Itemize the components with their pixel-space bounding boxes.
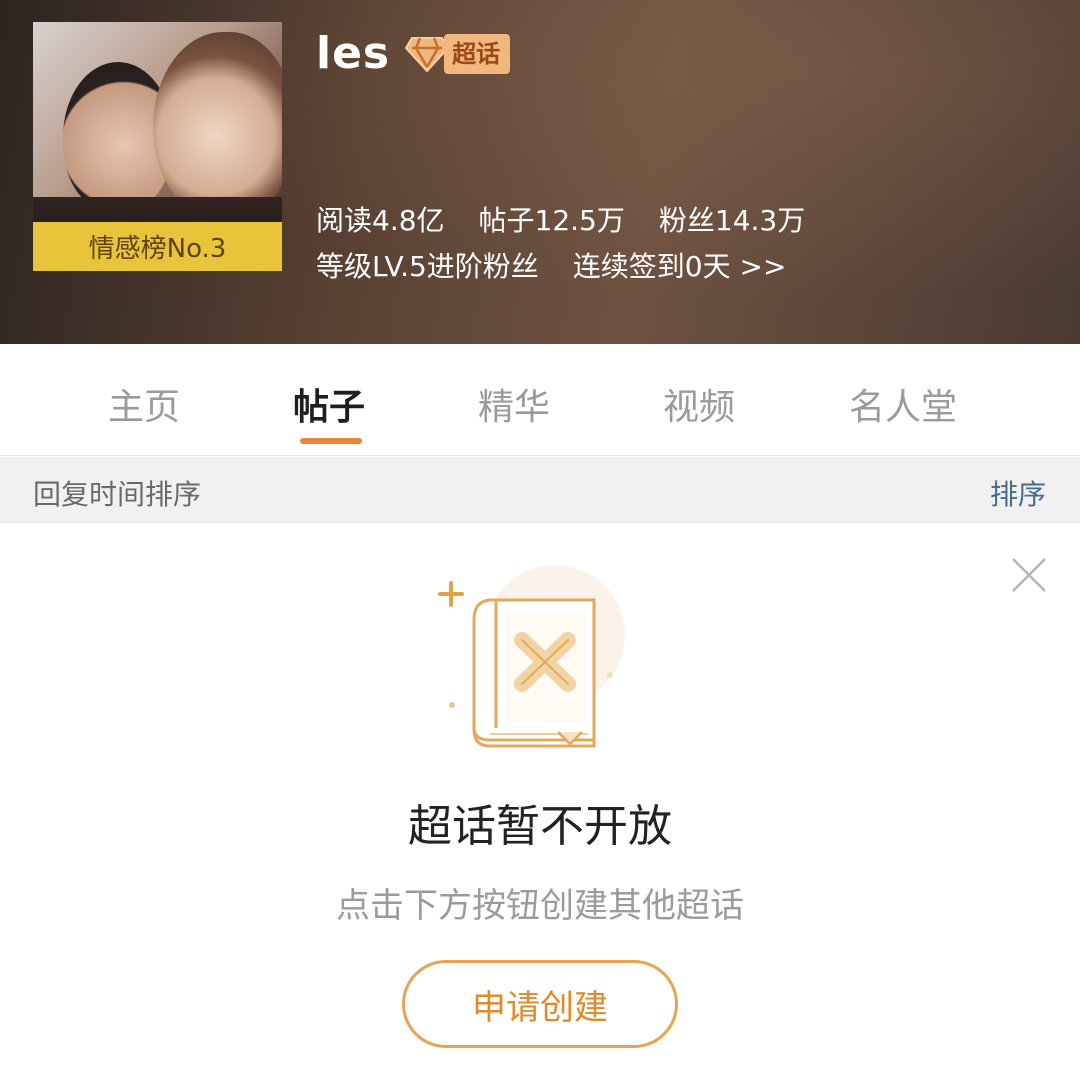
post-count: 帖子12.5万 bbox=[478, 204, 625, 237]
fan-level: 等级LV.5进阶粉丝 bbox=[316, 250, 539, 283]
stats-row: 阅读4.8亿 帖子12.5万 粉丝14.3万 bbox=[316, 196, 805, 242]
badge-label: 超话 bbox=[444, 33, 511, 74]
active-tab-indicator bbox=[300, 438, 362, 444]
sort-mode-label: 回复时间排序 bbox=[33, 478, 202, 511]
tab-bar: 主页 帖子 精华 视频 名人堂 bbox=[0, 344, 1080, 456]
sort-bar: 回复时间排序 排序 bbox=[0, 457, 1080, 523]
apply-create-button[interactable]: 申请创建 bbox=[402, 960, 678, 1048]
topic-title: les bbox=[316, 28, 391, 79]
empty-state-title: 超话暂不开放 bbox=[408, 801, 672, 852]
closed-book-icon bbox=[438, 565, 625, 748]
cover-figure-right bbox=[153, 32, 282, 222]
tab-home[interactable]: 主页 bbox=[108, 378, 180, 430]
tab-hall-of-fame[interactable]: 名人堂 bbox=[849, 378, 957, 430]
fan-count: 粉丝14.3万 bbox=[658, 204, 806, 237]
read-count: 阅读4.8亿 bbox=[316, 204, 445, 237]
close-icon[interactable] bbox=[1010, 556, 1048, 594]
checkin-streak-link[interactable]: 连续签到0天 >> bbox=[573, 245, 787, 285]
title-row: les 超话 bbox=[316, 28, 511, 79]
stats-row: 等级LV.5进阶粉丝 连续签到0天 >> bbox=[316, 242, 805, 288]
empty-state-subtitle: 点击下方按钮创建其他超话 bbox=[336, 886, 744, 926]
sort-button[interactable]: 排序 bbox=[990, 473, 1046, 513]
tab-featured[interactable]: 精华 bbox=[478, 378, 550, 430]
super-topic-badge: 超话 bbox=[404, 33, 511, 74]
rank-label[interactable]: 情感榜No.3 bbox=[33, 222, 282, 271]
topic-stats: 阅读4.8亿 帖子12.5万 粉丝14.3万 等级LV.5进阶粉丝 连续签到0天… bbox=[316, 196, 805, 288]
tab-posts[interactable]: 帖子 bbox=[293, 378, 365, 430]
tab-videos[interactable]: 视频 bbox=[663, 378, 735, 430]
topic-header: 情感榜No.3 les 超话 阅读4.8亿 帖子12.5万 粉丝14.3万 等级… bbox=[0, 0, 1080, 344]
